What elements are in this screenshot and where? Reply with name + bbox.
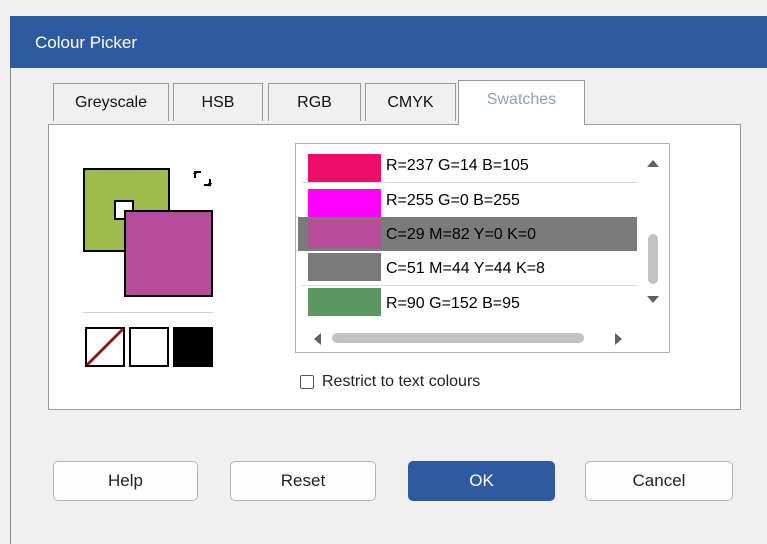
swatch-label: C=51 M=44 Y=44 K=8 bbox=[386, 260, 545, 277]
swatch-chip bbox=[308, 154, 381, 182]
tab-swatches[interactable]: Swatches bbox=[458, 80, 585, 125]
help-button[interactable]: Help bbox=[53, 461, 198, 501]
swap-arrows-icon[interactable] bbox=[190, 166, 216, 192]
restrict-label[interactable]: Restrict to text colours bbox=[322, 373, 480, 391]
scroll-down-icon[interactable] bbox=[646, 295, 660, 305]
title-bar: Colour Picker bbox=[10, 16, 767, 68]
vertical-scroll-thumb[interactable] bbox=[648, 234, 658, 284]
vertical-scrollbar[interactable] bbox=[637, 144, 669, 322]
reset-button[interactable]: Reset bbox=[230, 461, 376, 501]
tab-rgb[interactable]: RGB bbox=[268, 83, 361, 121]
no-colour-icon[interactable] bbox=[85, 327, 125, 367]
list-item[interactable]: C=51 M=44 Y=44 K=8 bbox=[298, 251, 638, 284]
horizontal-scrollbar[interactable] bbox=[296, 322, 637, 352]
list-item-selected[interactable]: C=29 M=82 Y=0 K=0 bbox=[298, 217, 638, 251]
tab-hsb[interactable]: HSB bbox=[173, 83, 263, 121]
white-swatch[interactable] bbox=[129, 327, 169, 367]
list-item[interactable]: R=90 G=152 B=95 bbox=[298, 286, 638, 319]
list-item[interactable]: R=255 G=0 B=255 bbox=[298, 183, 638, 217]
swatch-label: R=90 G=152 B=95 bbox=[386, 295, 520, 312]
ok-button[interactable]: OK bbox=[408, 461, 555, 501]
dialog-title: Colour Picker bbox=[35, 33, 138, 52]
black-swatch[interactable] bbox=[173, 327, 213, 367]
line-colour-box[interactable] bbox=[124, 210, 213, 297]
horizontal-scroll-thumb[interactable] bbox=[332, 333, 584, 343]
restrict-checkbox[interactable] bbox=[300, 375, 314, 389]
scroll-left-icon[interactable] bbox=[312, 332, 322, 346]
scroll-up-icon[interactable] bbox=[646, 158, 660, 168]
swatch-list[interactable]: R=237 G=14 B=105 R=255 G=0 B=255 C=29 M=… bbox=[295, 143, 670, 353]
tab-cmyk[interactable]: CMYK bbox=[365, 83, 456, 121]
swatch-chip bbox=[308, 253, 381, 281]
list-item[interactable]: R=237 G=14 B=105 bbox=[298, 148, 638, 182]
cancel-button[interactable]: Cancel bbox=[585, 461, 733, 501]
swatch-label: R=237 G=14 B=105 bbox=[386, 157, 529, 174]
swatch-label: C=29 M=82 Y=0 K=0 bbox=[386, 226, 537, 243]
swatch-chip bbox=[308, 288, 381, 316]
swatch-chip bbox=[308, 189, 381, 217]
tab-greyscale[interactable]: Greyscale bbox=[53, 83, 169, 121]
preview-divider bbox=[83, 312, 213, 313]
swatch-label: R=255 G=0 B=255 bbox=[386, 192, 520, 209]
scroll-right-icon[interactable] bbox=[614, 332, 624, 346]
swatch-chip bbox=[308, 220, 381, 248]
